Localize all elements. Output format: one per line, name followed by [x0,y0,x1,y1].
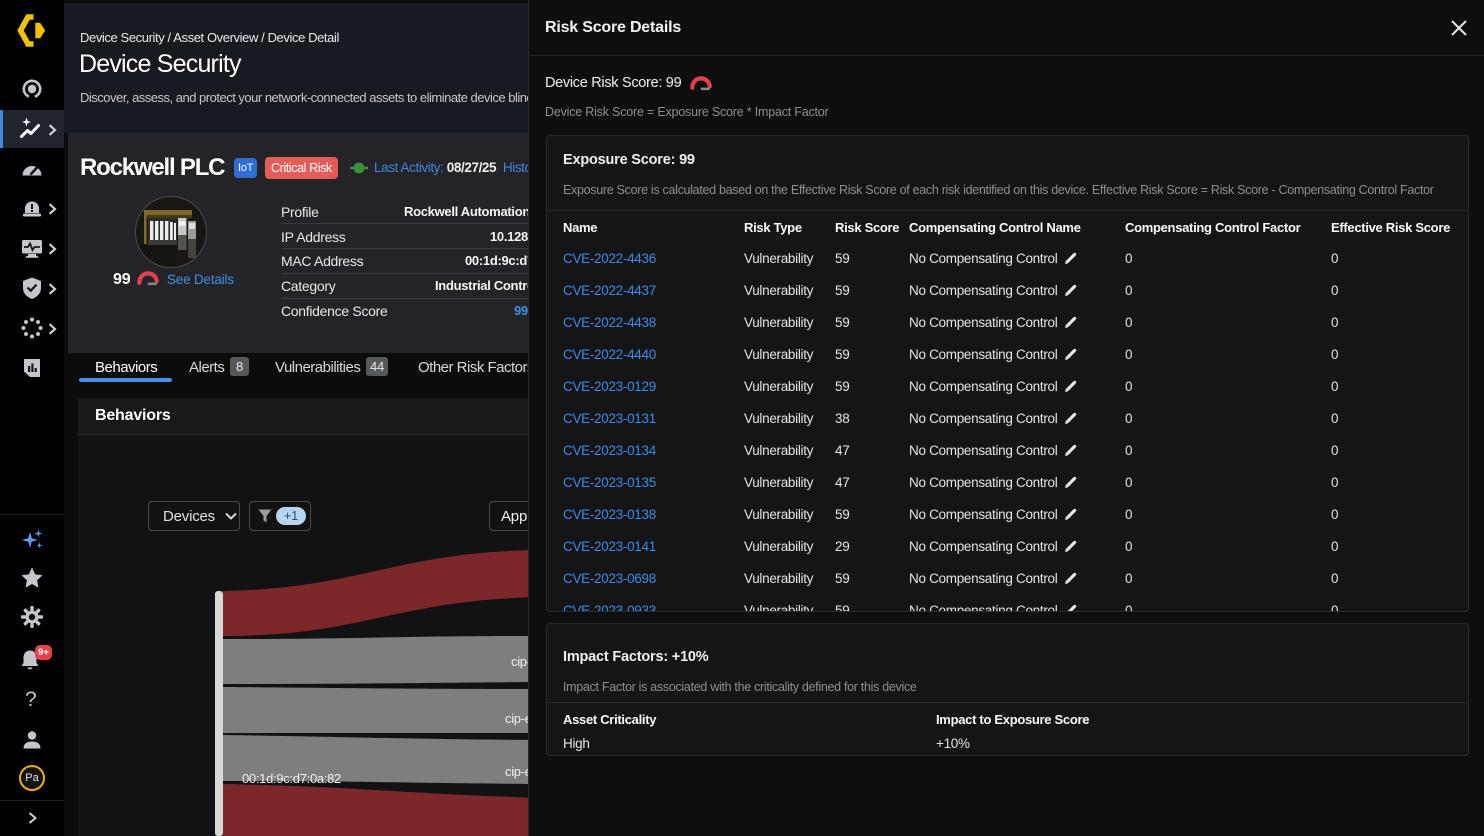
svg-text:00:1d:9c:d7:0a:82: 00:1d:9c:d7:0a:82 [242,771,341,786]
